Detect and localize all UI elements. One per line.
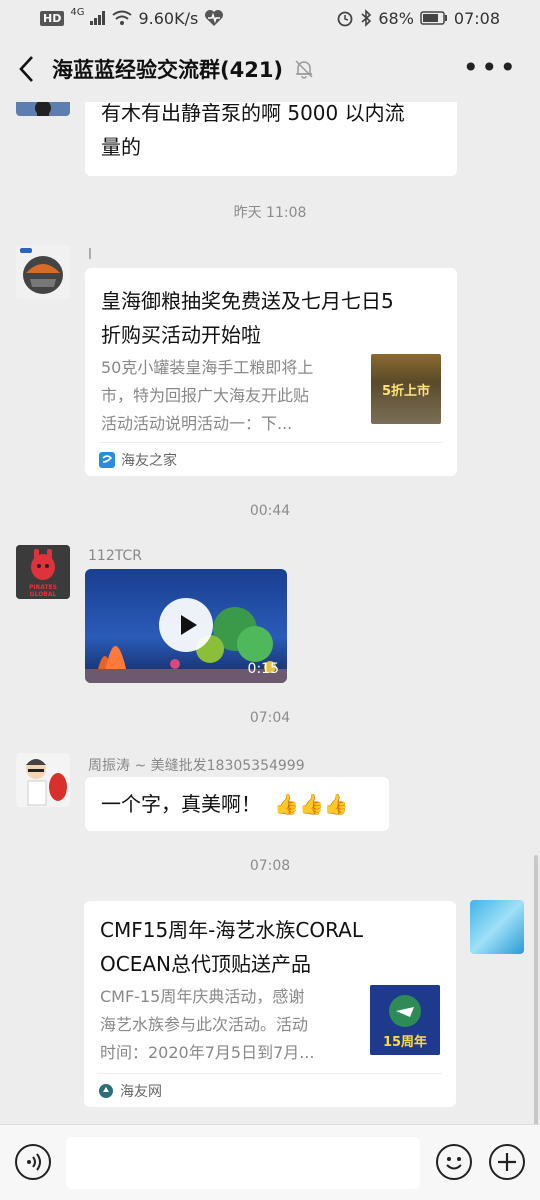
signal-icon <box>90 11 106 25</box>
source-name: 海友网 <box>120 1084 162 1100</box>
network-speed: 9.60K/s <box>138 8 199 28</box>
my-avatar[interactable] <box>470 900 524 954</box>
video-duration: 0:15 <box>247 661 279 677</box>
voice-icon <box>27 1153 41 1171</box>
message-text: 一个字，真美啊！ <box>101 792 261 816</box>
message-text: 量的 <box>101 135 141 159</box>
sender-name: 周振涛 ~ 美缝批发18305354999 <box>88 758 305 774</box>
group-title[interactable]: 海蓝蓝经验交流群(421) <box>52 54 283 84</box>
card-title: OCEAN总代顶贴送产品 <box>100 952 311 976</box>
text-message-bubble[interactable]: 一个字，真美啊！ 👍👍👍 <box>85 777 389 831</box>
back-button[interactable] <box>0 36 52 102</box>
avatar[interactable]: PIRATES GLOBAL <box>16 545 70 599</box>
message-input[interactable] <box>66 1137 420 1189</box>
card-source: 海友网 <box>98 1073 442 1108</box>
card-title: CMF15周年-海艺水族CORAL <box>100 918 364 942</box>
avatar-caption: PIRATES GLOBAL <box>29 584 57 598</box>
card-thumbnail: 5折上市 <box>371 354 441 424</box>
card-title: 皇海御粮抽奖免费送及七月七日5 <box>101 289 394 313</box>
card-description: CMF-15周年庆典活动，感谢 <box>100 987 305 1006</box>
network-type: 4G <box>70 6 85 18</box>
card-source: 海友之家 <box>99 442 443 477</box>
voice-button[interactable] <box>15 1144 51 1180</box>
smiley-icon <box>446 1157 462 1170</box>
avatar[interactable] <box>16 753 70 807</box>
sender-name: 112TCR <box>88 548 142 564</box>
card-description: 市，特为回报广大海友开此贴 <box>101 386 310 405</box>
site-logo-icon <box>99 452 115 468</box>
video-message[interactable]: 0:15 <box>85 569 287 683</box>
card-description: 海艺水族参与此次活动。活动 <box>100 1015 309 1034</box>
thumbnail-caption: 15周年 <box>382 1035 428 1050</box>
scrollbar[interactable] <box>534 855 538 1125</box>
avatar[interactable] <box>16 245 70 299</box>
clock: 07:08 <box>453 8 500 28</box>
thumbs-up-emoji: 👍👍👍 <box>274 792 349 816</box>
battery-percent: 68% <box>378 8 414 28</box>
add-more-button[interactable] <box>489 1144 525 1180</box>
alarm-icon <box>337 11 353 27</box>
message-list[interactable]: 有木有出静音泵的啊 5000 以内流 量的 昨天 11:08 l 皇海御粮抽奖免… <box>0 102 540 1124</box>
mute-bell-icon <box>295 60 313 79</box>
plus-icon <box>498 1153 516 1171</box>
hd-badge: HD <box>40 10 65 26</box>
card-description: 时间：2020年7月5日到7月... <box>100 1043 315 1062</box>
chat-header: 海蓝蓝经验交流群(421) ••• <box>0 36 540 102</box>
link-card[interactable]: 皇海御粮抽奖免费送及七月七日5 折购买活动开始啦 50克小罐装皇海手工粮即将上 … <box>85 268 457 476</box>
source-name: 海友之家 <box>121 453 177 469</box>
timestamp: 07:04 <box>249 710 291 726</box>
card-description: 活动活动说明活动一：下... <box>101 414 293 433</box>
card-thumbnail: 15周年 <box>370 985 440 1055</box>
timestamp: 00:44 <box>249 503 291 519</box>
card-description: 50克小罐装皇海手工粮即将上 <box>101 358 314 377</box>
thumbnail-caption: 5折上市 <box>381 384 431 399</box>
emoji-button[interactable] <box>436 1144 472 1180</box>
status-bar: HD 4G 9.60K/s 68% 07:08 <box>0 0 540 36</box>
timestamp: 昨天 11:08 <box>233 205 307 221</box>
card-title: 折购买活动开始啦 <box>101 323 261 347</box>
play-button[interactable] <box>159 598 213 652</box>
link-card[interactable]: CMF15周年-海艺水族CORAL OCEAN总代顶贴送产品 CMF-15周年庆… <box>84 901 456 1107</box>
more-options-button[interactable]: ••• <box>462 50 518 86</box>
bluetooth-icon <box>361 9 372 27</box>
text-message-bubble[interactable]: 有木有出静音泵的啊 5000 以内流 量的 <box>85 102 457 176</box>
wifi-icon <box>112 10 133 25</box>
play-icon <box>181 615 197 635</box>
timestamp: 07:08 <box>249 858 291 874</box>
message-text: 有木有出静音泵的啊 5000 以内流 <box>101 102 405 125</box>
chevron-left-icon <box>19 56 33 82</box>
avatar[interactable] <box>16 102 70 116</box>
heartbeat-icon <box>205 10 224 26</box>
sender-name: l <box>88 247 92 263</box>
input-bar <box>0 1124 540 1200</box>
battery-icon <box>420 11 447 25</box>
site-logo-icon <box>99 1084 113 1098</box>
